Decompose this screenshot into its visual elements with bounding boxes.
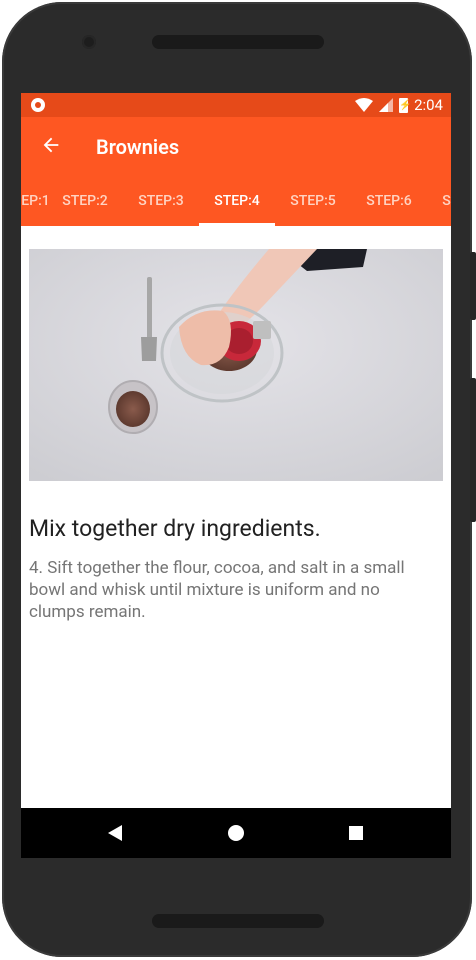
arrow-left-icon bbox=[43, 137, 59, 153]
tab-indicator bbox=[199, 223, 275, 226]
tab-step-6[interactable]: STEP:6 bbox=[351, 176, 427, 226]
nav-home-button[interactable] bbox=[206, 808, 266, 858]
page-title: Brownies bbox=[96, 135, 180, 159]
step-description: 4. Sift together the flour, cocoa, and s… bbox=[29, 558, 405, 622]
signal-icon bbox=[379, 98, 394, 112]
nav-back-button[interactable] bbox=[85, 808, 145, 858]
notification-icon bbox=[31, 98, 45, 112]
video-thumbnail bbox=[29, 249, 443, 481]
nav-recents-button[interactable] bbox=[326, 808, 386, 858]
wifi-icon bbox=[355, 98, 374, 112]
back-button[interactable] bbox=[37, 131, 65, 159]
status-bar: 2:04 bbox=[21, 93, 451, 117]
step-title: Mix together dry ingredients. bbox=[29, 515, 321, 542]
step-tabs: STEP:1 STEP:2 STEP:3 STEP:4 STEP:5 STEP:… bbox=[21, 176, 451, 226]
tab-step-7[interactable]: STEP:7 bbox=[427, 176, 451, 226]
tab-step-4[interactable]: STEP:4 bbox=[199, 176, 275, 226]
tab-step-2[interactable]: STEP:2 bbox=[47, 176, 123, 226]
tab-step-5[interactable]: STEP:5 bbox=[275, 176, 351, 226]
circle-home-icon bbox=[228, 825, 244, 841]
camera-icon bbox=[82, 35, 96, 49]
square-recents-icon bbox=[349, 826, 363, 840]
battery-icon bbox=[399, 97, 409, 113]
navigation-bar bbox=[21, 808, 451, 858]
screen: 2:04 Brownies STEP:1 STEP:2 STEP:3 STEP:… bbox=[21, 93, 451, 858]
speaker-top bbox=[152, 35, 324, 49]
status-time: 2:04 bbox=[414, 96, 443, 114]
tab-step-3[interactable]: STEP:3 bbox=[123, 176, 199, 226]
step-video[interactable] bbox=[29, 249, 443, 481]
status-icons: 2:04 bbox=[355, 96, 443, 114]
speaker-bottom bbox=[152, 914, 324, 928]
app-bar: Brownies bbox=[21, 117, 451, 176]
power-button bbox=[470, 252, 476, 320]
triangle-back-icon bbox=[108, 825, 122, 841]
volume-button bbox=[470, 378, 476, 522]
